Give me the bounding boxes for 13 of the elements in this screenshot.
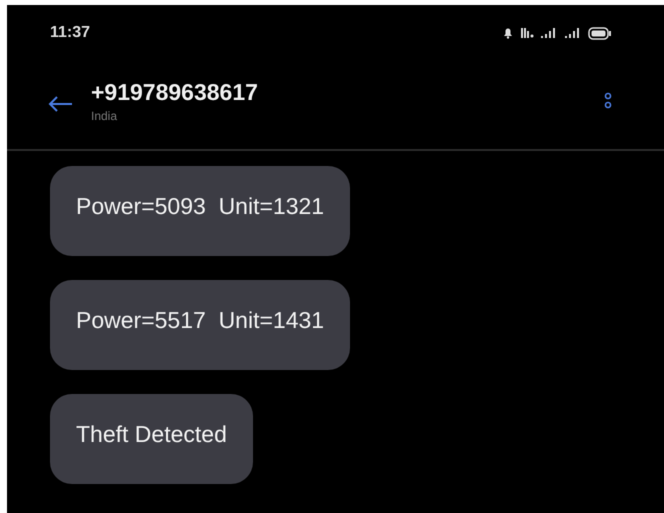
status-time: 11:37: [50, 24, 90, 42]
contact-number: +919789638617: [91, 79, 259, 106]
message-bubble: Theft Detected: [50, 394, 253, 484]
message-bubble: Power=5093 Unit=1321: [50, 166, 350, 256]
signal-icon: [564, 27, 582, 39]
signal-icon: [540, 27, 558, 39]
network-icon: [520, 27, 534, 39]
message-bubble: Power=5517 Unit=1431: [50, 280, 350, 370]
alarm-icon: [502, 27, 514, 39]
contact-country: India: [91, 109, 118, 123]
battery-icon: [588, 26, 612, 40]
more-options-icon[interactable]: [604, 91, 612, 111]
back-arrow-icon[interactable]: [47, 95, 73, 113]
